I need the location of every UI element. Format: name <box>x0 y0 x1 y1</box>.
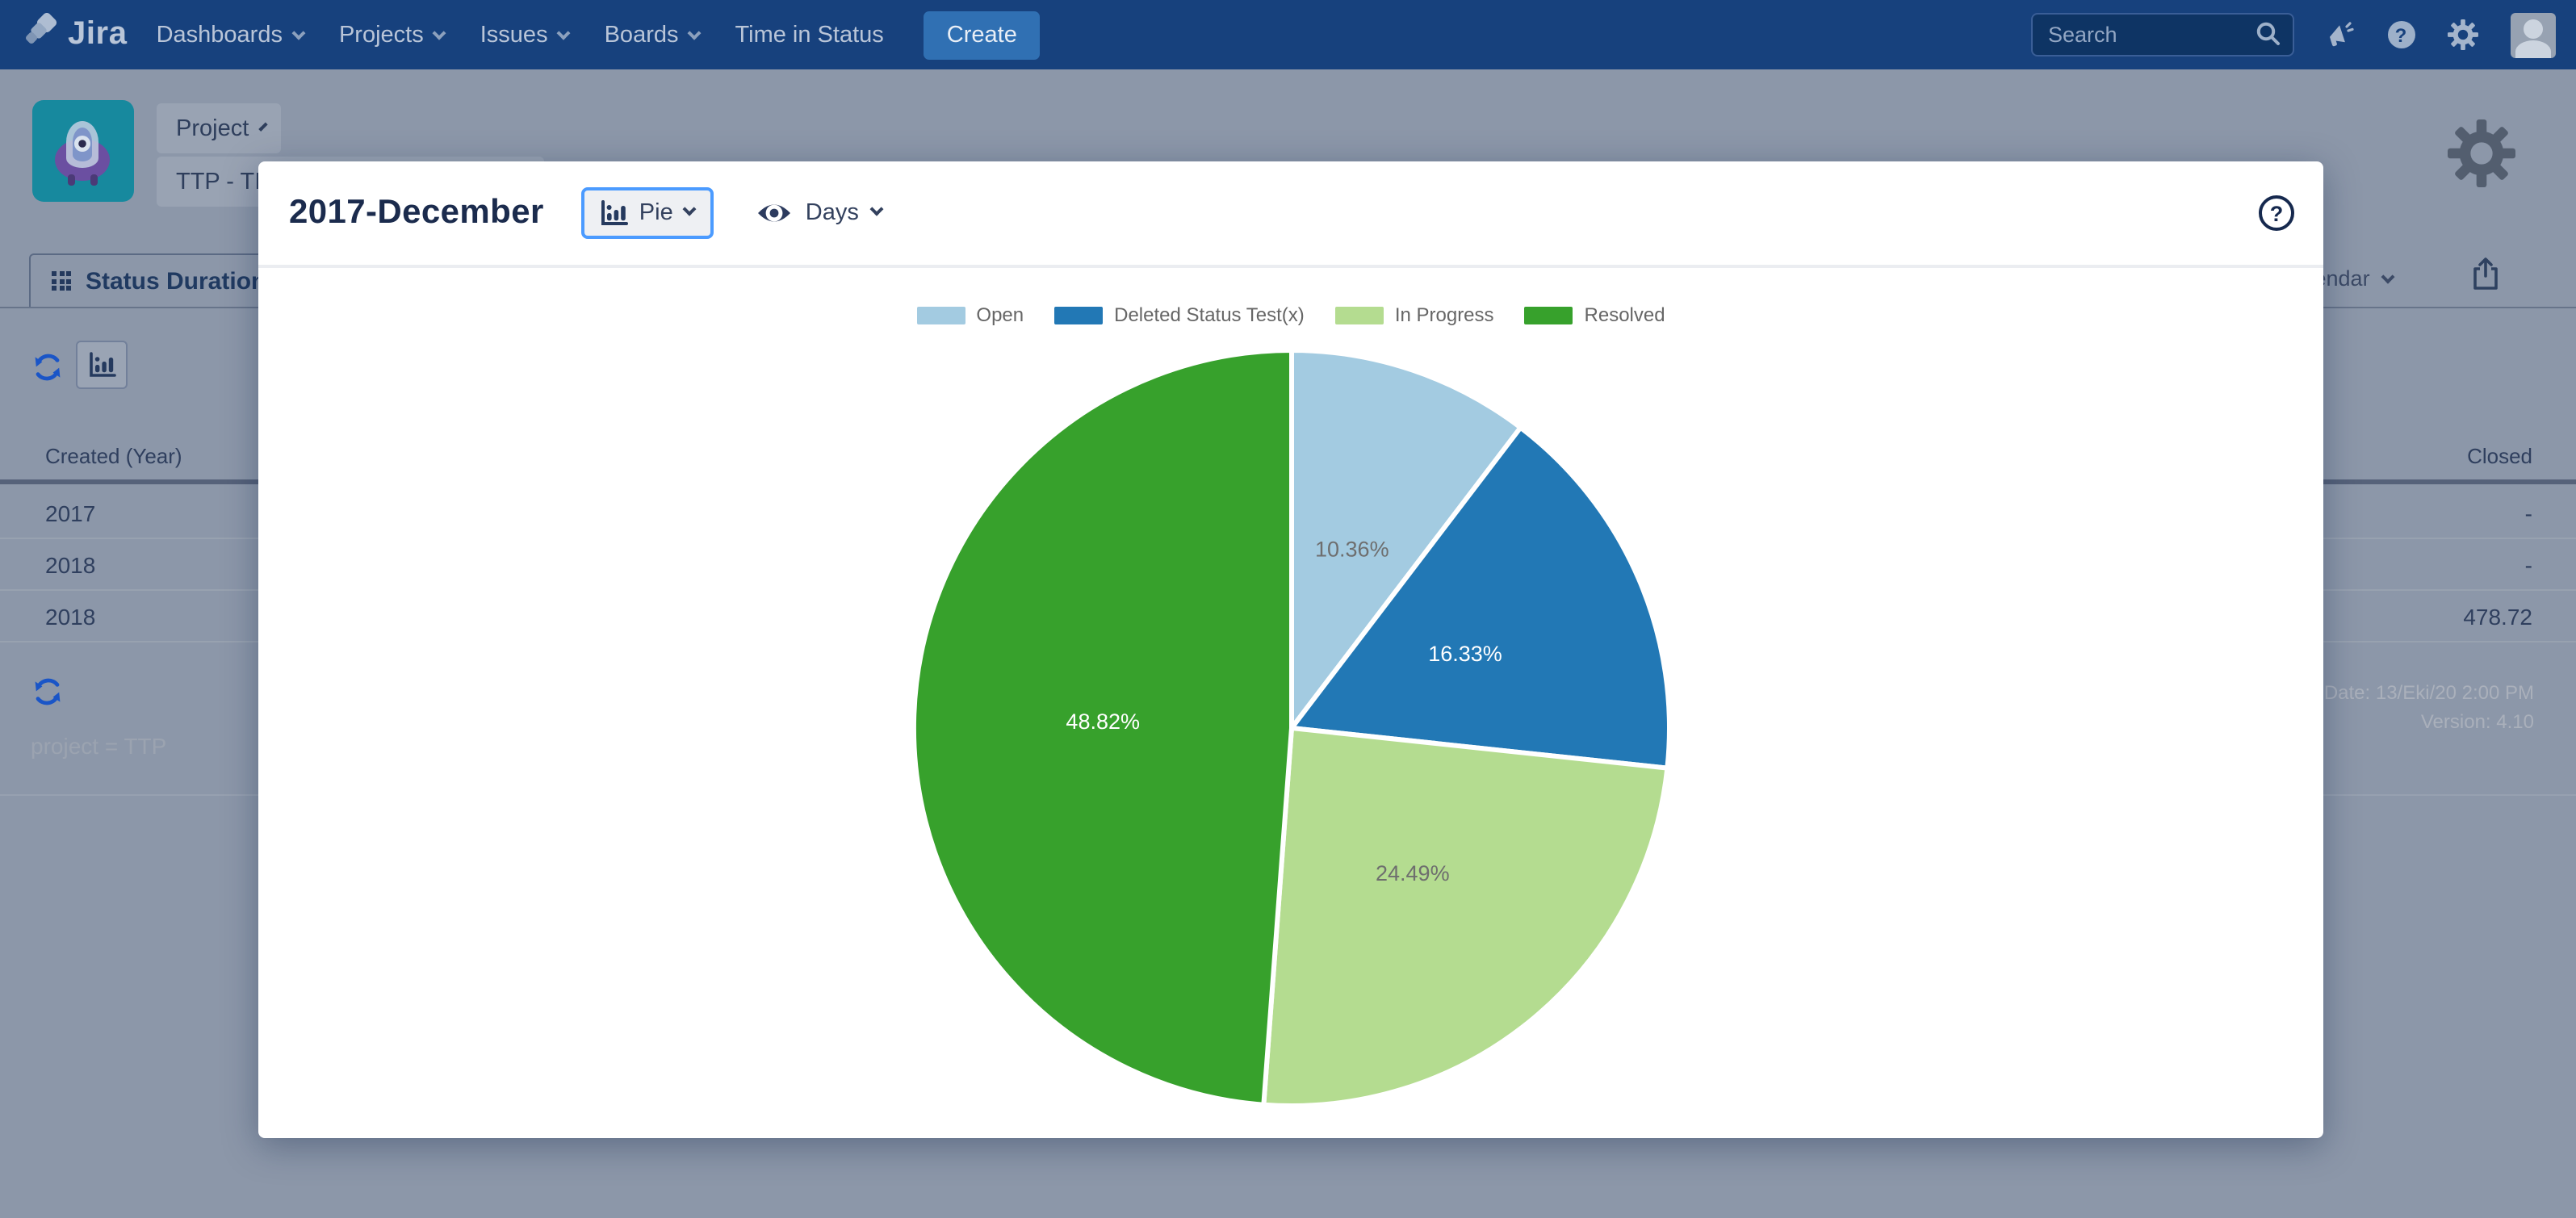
nav-item-dashboards[interactable]: Dashboards <box>157 22 304 48</box>
legend-item[interactable]: Deleted Status Test(x) <box>1054 303 1305 326</box>
chart-type-dropdown[interactable]: Pie <box>581 187 714 239</box>
user-avatar[interactable] <box>2510 12 2555 57</box>
modal-title: 2017-December <box>289 194 544 232</box>
modal-header: 2017-December Pie Days <box>258 161 2323 265</box>
refresh-icon[interactable] <box>32 676 63 707</box>
legend-label: In Progress <box>1395 303 1494 326</box>
legend-label: Resolved <box>1585 303 1665 326</box>
nav-item-boards[interactable]: Boards <box>605 22 700 48</box>
legend-swatch <box>916 306 965 324</box>
jira-logo[interactable]: Jira <box>0 13 157 57</box>
legend-swatch <box>1525 306 1573 324</box>
column-header-closed[interactable]: Closed <box>2467 444 2532 468</box>
legend-label: Open <box>976 303 1024 326</box>
gear-icon[interactable] <box>2447 19 2478 50</box>
chevron-down-icon <box>433 26 446 40</box>
project-avatar <box>32 100 134 202</box>
pie-chart: 10.36% 16.33% 24.49% 48.82% <box>906 342 1678 1114</box>
pie-slice-label: 16.33% <box>1428 642 1502 666</box>
chevron-down-icon <box>2381 270 2394 283</box>
search-box <box>2030 13 2293 57</box>
pie-slice-label: 48.82% <box>1066 709 1140 734</box>
help-icon[interactable]: ? <box>2387 21 2415 48</box>
search-icon[interactable] <box>2255 21 2281 55</box>
pie-slice-label: 10.36% <box>1315 538 1389 562</box>
version-text: Version: 4.10 <box>2421 710 2534 733</box>
help-icon[interactable]: ? <box>2259 195 2294 231</box>
pie-slice[interactable] <box>1263 728 1667 1106</box>
chevron-down-icon <box>869 203 883 216</box>
top-navbar: Jira Dashboards Projects Issues Boards T… <box>0 0 2576 69</box>
jql-filter-text[interactable]: project = TTP <box>31 733 166 759</box>
jira-logo-icon <box>23 13 57 57</box>
settings-gear-icon[interactable] <box>2448 119 2515 195</box>
unit-dropdown[interactable]: Days <box>756 200 882 226</box>
chevron-down-icon <box>682 203 696 216</box>
pie-slice-label: 24.49% <box>1376 861 1450 885</box>
refresh-icon[interactable] <box>32 352 63 383</box>
jira-app: Jira Dashboards Projects Issues Boards T… <box>0 0 2576 1218</box>
nav-item-projects[interactable]: Projects <box>339 22 445 48</box>
chevron-down-icon <box>259 122 268 131</box>
eye-icon <box>756 200 793 226</box>
chevron-down-icon <box>291 26 305 40</box>
create-button[interactable]: Create <box>924 10 1040 59</box>
chart-legend: Open Deleted Status Test(x) In Progress Res… <box>258 303 2323 326</box>
nav-item-issues[interactable]: Issues <box>480 22 569 48</box>
export-icon[interactable] <box>2472 257 2499 299</box>
bar-chart-icon <box>88 352 115 378</box>
column-header-created-year[interactable]: Created (Year) <box>45 444 182 468</box>
legend-item[interactable]: Open <box>916 303 1024 326</box>
chart-view-button[interactable] <box>76 341 128 389</box>
bar-chart-icon <box>601 200 628 226</box>
project-avatar-monster <box>32 100 134 202</box>
chevron-down-icon <box>688 26 702 40</box>
legend-label: Deleted Status Test(x) <box>1114 303 1305 326</box>
jira-logo-text: Jira <box>68 16 128 53</box>
navbar-right: ? <box>2030 12 2576 57</box>
nav-menu: Dashboards Projects Issues Boards Time i… <box>157 22 884 48</box>
legend-swatch <box>1335 306 1384 324</box>
chart-modal: 2017-December Pie Days <box>258 161 2323 1138</box>
legend-item[interactable]: In Progress <box>1335 303 1494 326</box>
project-scope-dropdown[interactable]: Project <box>157 103 281 153</box>
legend-swatch <box>1054 306 1103 324</box>
chevron-down-icon <box>557 26 571 40</box>
grid-icon <box>52 271 71 291</box>
modal-header-divider <box>258 265 2323 267</box>
nav-item-time-in-status[interactable]: Time in Status <box>735 22 884 48</box>
legend-item[interactable]: Resolved <box>1525 303 1665 326</box>
megaphone-icon[interactable] <box>2326 20 2355 49</box>
